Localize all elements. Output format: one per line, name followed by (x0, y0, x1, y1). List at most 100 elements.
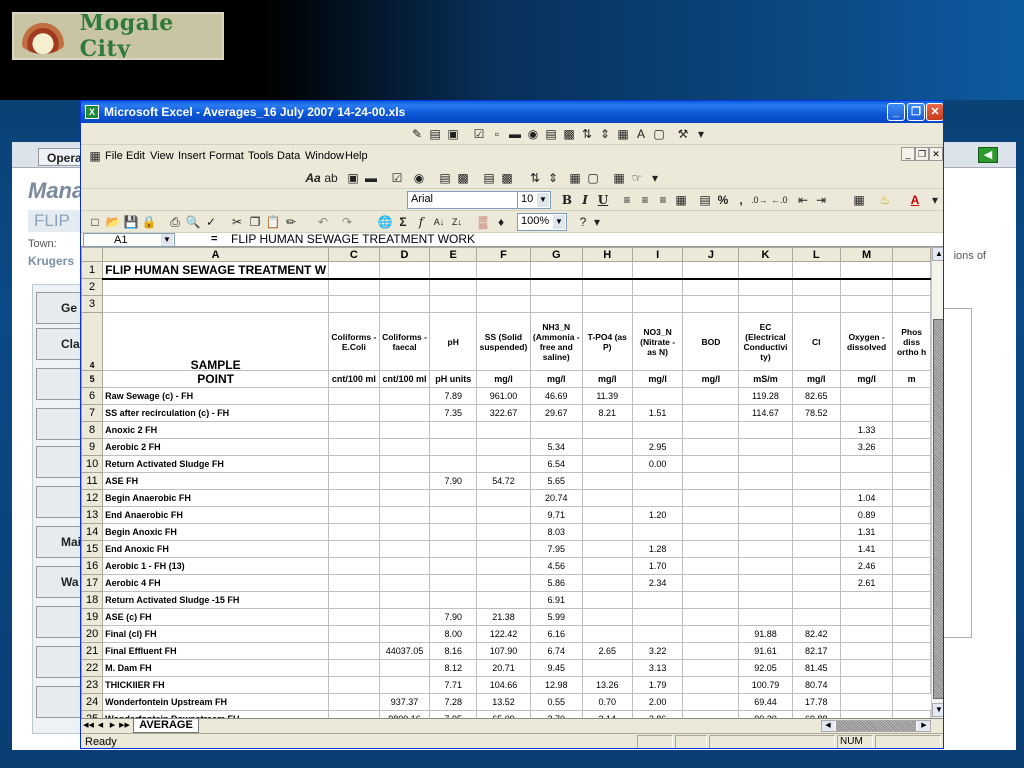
value-cell[interactable] (892, 557, 931, 575)
value-cell[interactable]: 0.00 (631, 455, 684, 473)
value-cell[interactable] (682, 540, 740, 558)
value-cell[interactable] (429, 591, 478, 609)
zoom-select[interactable]: 100% ▼ (517, 213, 567, 231)
menu-edit[interactable]: Edit (126, 150, 145, 162)
value-cell[interactable] (892, 608, 931, 626)
chart-wizard-icon[interactable]: ▒ (475, 214, 491, 230)
column-header[interactable]: I (631, 247, 684, 262)
value-cell[interactable] (682, 387, 740, 405)
value-cell[interactable] (328, 404, 380, 422)
value-cell[interactable] (839, 404, 894, 422)
value-cell[interactable] (791, 574, 842, 592)
value-cell[interactable] (476, 489, 531, 507)
decrease-indent-icon[interactable]: ⇤ (795, 192, 811, 208)
cell[interactable] (529, 295, 583, 313)
menu-view[interactable]: View (150, 150, 174, 162)
row-header[interactable]: 13 (81, 506, 104, 524)
new-icon[interactable]: □ (87, 214, 103, 230)
column-header[interactable]: E (429, 247, 478, 262)
row-header[interactable]: 16 (81, 557, 104, 575)
row-header[interactable]: 14 (81, 523, 104, 541)
cell[interactable] (682, 295, 740, 313)
value-cell[interactable] (378, 659, 431, 677)
value-cell[interactable] (682, 404, 740, 422)
list-box-icon[interactable]: ▤ (543, 126, 559, 142)
edit-field-icon[interactable]: ab (323, 170, 339, 186)
value-cell[interactable] (892, 676, 931, 694)
value-cell[interactable] (631, 387, 684, 405)
sample-point-cell[interactable]: Begin Anoxic FH (102, 523, 330, 541)
value-cell[interactable]: 65.09 (476, 710, 531, 718)
column-title-cell[interactable]: Phos diss ortho h (892, 312, 931, 371)
scroll-down-icon[interactable]: ▼ (932, 703, 943, 717)
sample-point-cell[interactable]: Return Activated Sludge FH (102, 455, 330, 473)
value-cell[interactable]: 20.74 (529, 489, 583, 507)
menu-format[interactable]: Format (209, 150, 244, 162)
value-cell[interactable] (892, 472, 931, 490)
value-cell[interactable]: 7.28 (429, 693, 478, 711)
value-cell[interactable] (892, 455, 931, 473)
value-cell[interactable] (738, 421, 793, 439)
value-cell[interactable]: 7.90 (429, 472, 478, 490)
sample-point-cell[interactable]: End Anaerobic FH (102, 506, 330, 524)
autosum-icon[interactable]: Σ (395, 214, 411, 230)
sample-point-cell[interactable]: Raw Sewage (c) - FH (102, 387, 330, 405)
column-header[interactable]: A (102, 247, 330, 262)
value-cell[interactable] (378, 625, 431, 643)
row-header[interactable]: 7 (81, 404, 104, 422)
row-header[interactable]: 1 (81, 261, 104, 279)
value-cell[interactable]: 54.72 (476, 472, 531, 490)
unit-cell[interactable]: mg/l (581, 370, 633, 388)
value-cell[interactable] (892, 710, 931, 718)
column-header[interactable]: H (581, 247, 633, 262)
unit-cell[interactable]: mg/l (791, 370, 842, 388)
value-cell[interactable] (378, 506, 431, 524)
value-cell[interactable] (429, 574, 478, 592)
value-cell[interactable] (378, 523, 431, 541)
value-cell[interactable]: 2.14 (581, 710, 633, 718)
combo-box-icon[interactable]: ▩ (561, 126, 577, 142)
cell[interactable] (738, 278, 793, 296)
value-cell[interactable]: 44037.05 (378, 642, 431, 660)
value-cell[interactable] (892, 438, 931, 456)
combo-icon[interactable]: ▩ (455, 170, 471, 186)
value-cell[interactable]: 69.44 (738, 693, 793, 711)
value-cell[interactable]: 9.45 (529, 659, 583, 677)
value-cell[interactable] (429, 523, 478, 541)
select-all-corner[interactable] (81, 247, 104, 262)
cell[interactable] (581, 278, 633, 296)
cell[interactable] (631, 295, 684, 313)
row-header[interactable]: 4 (81, 312, 104, 371)
vertical-scrollbar[interactable]: ▲ ▼ (931, 247, 943, 718)
point-header-cell[interactable]: POINT (102, 370, 330, 388)
row-header[interactable]: 11 (81, 472, 104, 490)
value-cell[interactable] (581, 506, 633, 524)
value-cell[interactable] (839, 693, 894, 711)
value-cell[interactable] (682, 642, 740, 660)
row-header[interactable]: 25 (81, 710, 104, 718)
value-cell[interactable]: 82.17 (791, 642, 842, 660)
row-header[interactable]: 10 (81, 455, 104, 473)
name-box[interactable]: A1 ▼ (83, 233, 175, 247)
chevron-down-icon[interactable]: ▼ (161, 234, 173, 246)
value-cell[interactable] (581, 659, 633, 677)
list-icon[interactable]: ▤ (437, 170, 453, 186)
value-cell[interactable]: 91.61 (738, 642, 793, 660)
doc-restore-button[interactable]: ❐ (915, 147, 929, 161)
value-cell[interactable]: 7.95 (529, 540, 583, 558)
value-cell[interactable] (682, 625, 740, 643)
value-cell[interactable] (682, 693, 740, 711)
value-cell[interactable] (581, 523, 633, 541)
value-cell[interactable]: 90.20 (738, 710, 793, 718)
bg-side-button[interactable]: Ge (36, 292, 86, 324)
value-cell[interactable]: 100.79 (738, 676, 793, 694)
value-cell[interactable]: 5.34 (529, 438, 583, 456)
undo-icon[interactable]: ↶ (315, 214, 331, 230)
value-cell[interactable]: 0.89 (839, 506, 894, 524)
value-cell[interactable] (791, 523, 842, 541)
underline-icon[interactable]: U (595, 192, 611, 208)
column-header[interactable]: G (529, 247, 583, 262)
borders-icon[interactable]: ▦ (851, 192, 867, 208)
increase-indent-icon[interactable]: ⇥ (813, 192, 829, 208)
spin-icon[interactable]: ⇕ (545, 170, 561, 186)
